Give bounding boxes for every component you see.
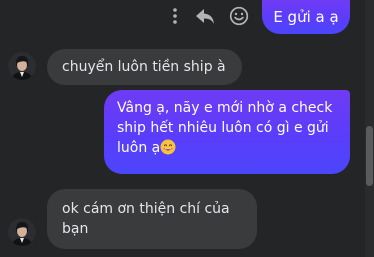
message-text-line: ship hết nhiêu luôn có gì e gửi <box>117 120 329 136</box>
more-options-icon[interactable] <box>168 5 182 27</box>
message-text: E gửi a ạ <box>273 8 339 26</box>
message-text: chuyển luôn tiền ship à <box>62 59 226 75</box>
grinning-face-icon <box>160 139 176 155</box>
message-text-line: bạn <box>62 221 89 237</box>
react-smiley-icon[interactable] <box>228 5 250 27</box>
avatar[interactable] <box>8 218 36 246</box>
avatar[interactable] <box>8 52 36 80</box>
outgoing-message-bubble[interactable]: E gửi a ạ <box>262 0 350 34</box>
scrollbar-thumb[interactable] <box>366 126 373 186</box>
incoming-message-bubble[interactable]: ok cám ơn thiện chí của bạn <box>47 189 257 249</box>
incoming-message-bubble[interactable]: chuyển luôn tiền ship à <box>47 49 242 85</box>
message-text-line: luôn ạ <box>117 140 161 156</box>
forward-icon[interactable] <box>194 5 216 27</box>
message-text-line: Vâng ạ, nãy e mới nhờ a check <box>117 100 333 116</box>
message-text-line: ok cám ơn thiện chí của <box>62 201 230 217</box>
outgoing-message-bubble[interactable]: Vâng ạ, nãy e mới nhờ a check ship hết n… <box>104 90 350 174</box>
